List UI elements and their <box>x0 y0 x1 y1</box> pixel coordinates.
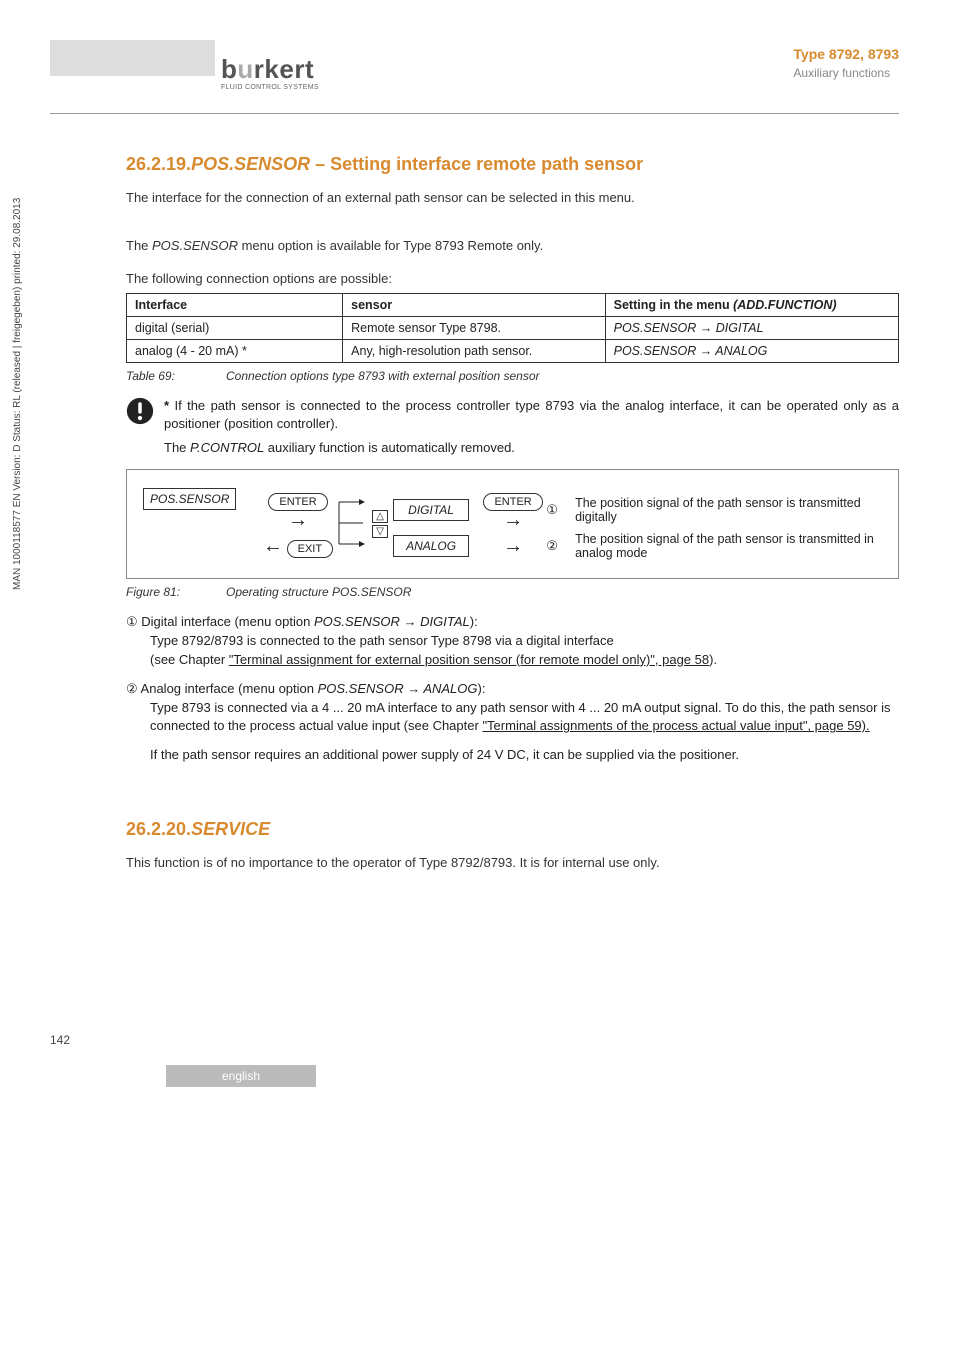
table-header: Interface <box>127 293 343 316</box>
fork-icon <box>335 492 365 554</box>
list-item: ① Digital interface (menu option POS.SEN… <box>126 613 899 670</box>
table-header: Setting in the menu (ADD.FUNCTION) <box>605 293 898 316</box>
section-rest: – Setting interface remote path sensor <box>310 154 643 174</box>
exit-pill: EXIT <box>287 540 333 558</box>
link-text: "Terminal assignment for external positi… <box>229 652 709 667</box>
doc-id-vertical: MAN 1000118577 EN Version: D Status: RL … <box>12 198 23 590</box>
text-italic: P.CONTROL <box>190 440 264 455</box>
section-keyword: POS.SENSOR <box>191 154 310 174</box>
star: * <box>164 398 169 413</box>
logo-text: burkert <box>221 54 319 85</box>
logo-subtext: FLUID CONTROL SYSTEMS <box>221 84 319 91</box>
note-subtext: The P.CONTROL auxiliary function is auto… <box>164 440 899 455</box>
text: Type 8792/8793 is connected to the path … <box>126 632 899 651</box>
table-cell: POS.SENSOR → ANALOG <box>605 339 898 362</box>
paragraph: The POS.SENSOR menu option is available … <box>126 237 899 256</box>
section-num: 26.2.19. <box>126 154 191 174</box>
table-cell: POS.SENSOR → DIGITAL <box>605 316 898 339</box>
grey-tab <box>50 40 215 76</box>
section-heading-1: 26.2.19.POS.SENSOR – Setting interface r… <box>126 154 899 175</box>
text: If the path sensor requires an additiona… <box>126 746 899 765</box>
text: (see Chapter <box>150 652 229 667</box>
text: The <box>164 440 190 455</box>
paragraph: The following connection options are pos… <box>126 270 899 289</box>
table-cell: Any, high-resolution path sensor. <box>343 339 605 362</box>
page-number: 142 <box>50 1033 70 1047</box>
section-heading-2: 26.2.20.SERVICE <box>126 819 899 840</box>
diagram-desc-2: The position signal of the path sensor i… <box>561 532 882 560</box>
section-num: 26.2.20. <box>126 819 191 839</box>
text: The <box>126 238 152 253</box>
caption-label: Table 69: <box>126 369 226 383</box>
paragraph: The interface for the connection of an e… <box>126 189 899 208</box>
caption-label: Figure 81: <box>126 585 226 599</box>
text: Setting in the menu <box>614 298 733 312</box>
table-cell: analog (4 - 20 mA) * <box>127 339 343 362</box>
box-analog: ANALOG <box>393 535 469 557</box>
diagram-desc-1: The position signal of the path sensor i… <box>561 488 882 532</box>
text-italic: POS.SENSOR → DIGITAL <box>314 614 470 629</box>
operating-structure-diagram: POS.SENSOR ENTER → <box>126 469 899 579</box>
text-italic: POS.SENSOR → ANALOG <box>318 681 478 696</box>
link-text: "Terminal assignments of the process act… <box>482 718 869 733</box>
circled-1: ① <box>126 614 138 629</box>
text: ): <box>470 614 478 629</box>
caption-text: Operating structure POS.SENSOR <box>226 585 411 599</box>
warning-note: * If the path sensor is connected to the… <box>126 397 899 435</box>
page-header: burkert FLUID CONTROL SYSTEMS Type 8792,… <box>50 40 899 114</box>
options-table: Interface sensor Setting in the menu (AD… <box>126 293 899 363</box>
interface-list: ① Digital interface (menu option POS.SEN… <box>126 613 899 765</box>
circled-2: ② <box>126 681 138 696</box>
box-pos-sensor: POS.SENSOR <box>143 488 236 510</box>
text: ): <box>478 681 486 696</box>
text-italic: POS.SENSOR <box>152 238 238 253</box>
warning-icon <box>126 397 154 428</box>
note-text: * If the path sensor is connected to the… <box>164 397 899 435</box>
language-tab: english <box>166 1065 316 1087</box>
text: menu option is available for Type 8793 R… <box>238 238 543 253</box>
logo: burkert FLUID CONTROL SYSTEMS <box>221 54 319 91</box>
section-keyword: SERVICE <box>191 819 270 839</box>
list-item: ② Analog interface (menu option POS.SENS… <box>126 680 899 765</box>
text-italic: (ADD.FUNCTION) <box>733 298 836 312</box>
table-row: digital (serial) Remote sensor Type 8798… <box>127 316 899 339</box>
type-line: Type 8792, 8793 <box>793 46 899 62</box>
text: Digital interface (menu option <box>138 614 314 629</box>
text: Analog interface (menu option <box>138 681 318 696</box>
paragraph: This function is of no importance to the… <box>126 854 899 873</box>
box-digital: DIGITAL <box>393 499 469 521</box>
caption-text: Connection options type 8793 with extern… <box>226 369 540 383</box>
table-header: sensor <box>343 293 605 316</box>
aux-line: Auxiliary functions <box>793 66 899 80</box>
text: auxiliary function is automatically remo… <box>264 440 515 455</box>
table-cell: Remote sensor Type 8798. <box>343 316 605 339</box>
circled-1: ① <box>546 502 558 517</box>
text: ). <box>709 652 717 667</box>
table-cell: digital (serial) <box>127 316 343 339</box>
table-row: analog (4 - 20 mA) * Any, high-resolutio… <box>127 339 899 362</box>
figure-caption: Figure 81:Operating structure POS.SENSOR <box>126 585 899 599</box>
text: If the path sensor is connected to the p… <box>164 398 899 432</box>
circled-2: ② <box>546 538 558 553</box>
table-caption: Table 69:Connection options type 8793 wi… <box>126 369 899 383</box>
